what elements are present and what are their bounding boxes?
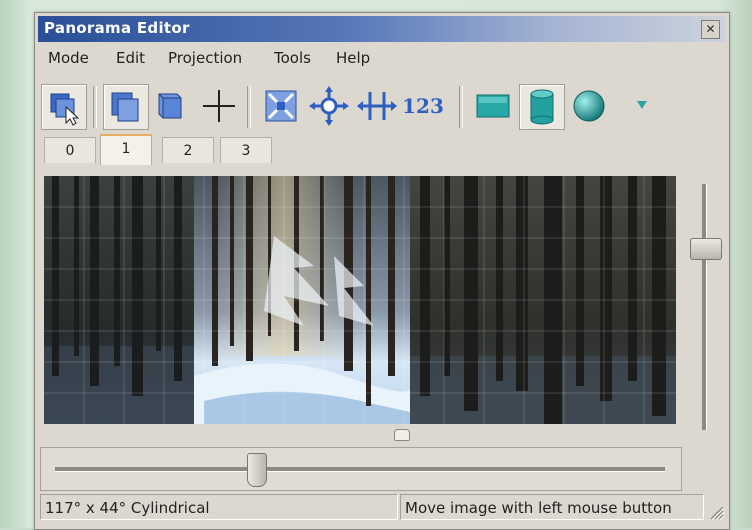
- menu-help[interactable]: Help: [336, 49, 370, 67]
- horizontal-slider-thumb[interactable]: [247, 453, 267, 487]
- spherical-projection-button[interactable]: [567, 84, 611, 128]
- horizontal-position-marker[interactable]: [394, 429, 410, 441]
- title-bar[interactable]: Panorama Editor ✕: [38, 16, 726, 42]
- panorama-image: [44, 176, 676, 424]
- rectilinear-projection-button[interactable]: [471, 84, 515, 128]
- menu-projection[interactable]: Projection: [168, 49, 242, 67]
- crosshair-icon: [203, 90, 235, 122]
- vertical-slider-track[interactable]: [702, 184, 707, 430]
- numbers-button[interactable]: 123: [401, 84, 445, 128]
- tab-1[interactable]: 1: [100, 134, 152, 165]
- horizontal-slider-track[interactable]: [55, 467, 665, 472]
- vertical-slider-thumb[interactable]: [690, 238, 722, 260]
- menu-bar: Mode Edit Projection Tools Help: [38, 43, 726, 71]
- image-tabs: 0 1 2 3: [44, 134, 344, 165]
- stack-images-icon: [158, 93, 182, 119]
- toolbar-separator: [93, 86, 97, 128]
- fit-panorama-button[interactable]: [259, 84, 303, 128]
- status-hint: Move image with left mouse button: [400, 494, 704, 520]
- menu-mode[interactable]: Mode: [48, 49, 89, 67]
- cylindrical-projection-icon: [530, 89, 554, 125]
- crosshair-button[interactable]: [197, 84, 241, 128]
- status-fov: 117° x 44° Cylindrical: [40, 494, 398, 520]
- more-options-icon: [637, 101, 647, 109]
- numbers-icon: 123: [402, 94, 444, 118]
- tab-2[interactable]: 2: [162, 137, 214, 163]
- close-button[interactable]: ✕: [701, 20, 720, 39]
- toolbar-separator: [247, 86, 251, 128]
- straighten-horizon-button[interactable]: [355, 84, 399, 128]
- window-title: Panorama Editor: [44, 19, 190, 37]
- toolbar: 123: [37, 80, 725, 136]
- center-panorama-button[interactable]: [307, 84, 351, 128]
- center-panorama-icon: [309, 86, 349, 126]
- menu-edit[interactable]: Edit: [116, 49, 145, 67]
- move-image-mode-button[interactable]: [41, 84, 87, 130]
- fit-panorama-icon: [265, 90, 297, 122]
- move-image-mode-icon: [50, 93, 80, 126]
- menu-tools[interactable]: Tools: [274, 49, 311, 67]
- overlay-images-icon: [111, 92, 139, 122]
- cylindrical-projection-button[interactable]: [519, 84, 565, 130]
- resize-grip-icon[interactable]: [708, 504, 724, 520]
- rectilinear-projection-icon: [476, 94, 510, 118]
- panorama-viewport[interactable]: [44, 176, 676, 424]
- straighten-horizon-icon: [357, 92, 397, 120]
- status-bar: 117° x 44° Cylindrical Move image with l…: [38, 494, 726, 522]
- more-options-button[interactable]: [627, 84, 657, 128]
- spherical-projection-icon: [573, 90, 605, 122]
- overlay-images-button[interactable]: [103, 84, 149, 130]
- horizontal-slider: [40, 447, 682, 491]
- tab-0[interactable]: 0: [44, 137, 96, 163]
- stack-images-button[interactable]: [149, 84, 193, 128]
- toolbar-separator: [459, 86, 463, 128]
- tab-3[interactable]: 3: [220, 137, 272, 163]
